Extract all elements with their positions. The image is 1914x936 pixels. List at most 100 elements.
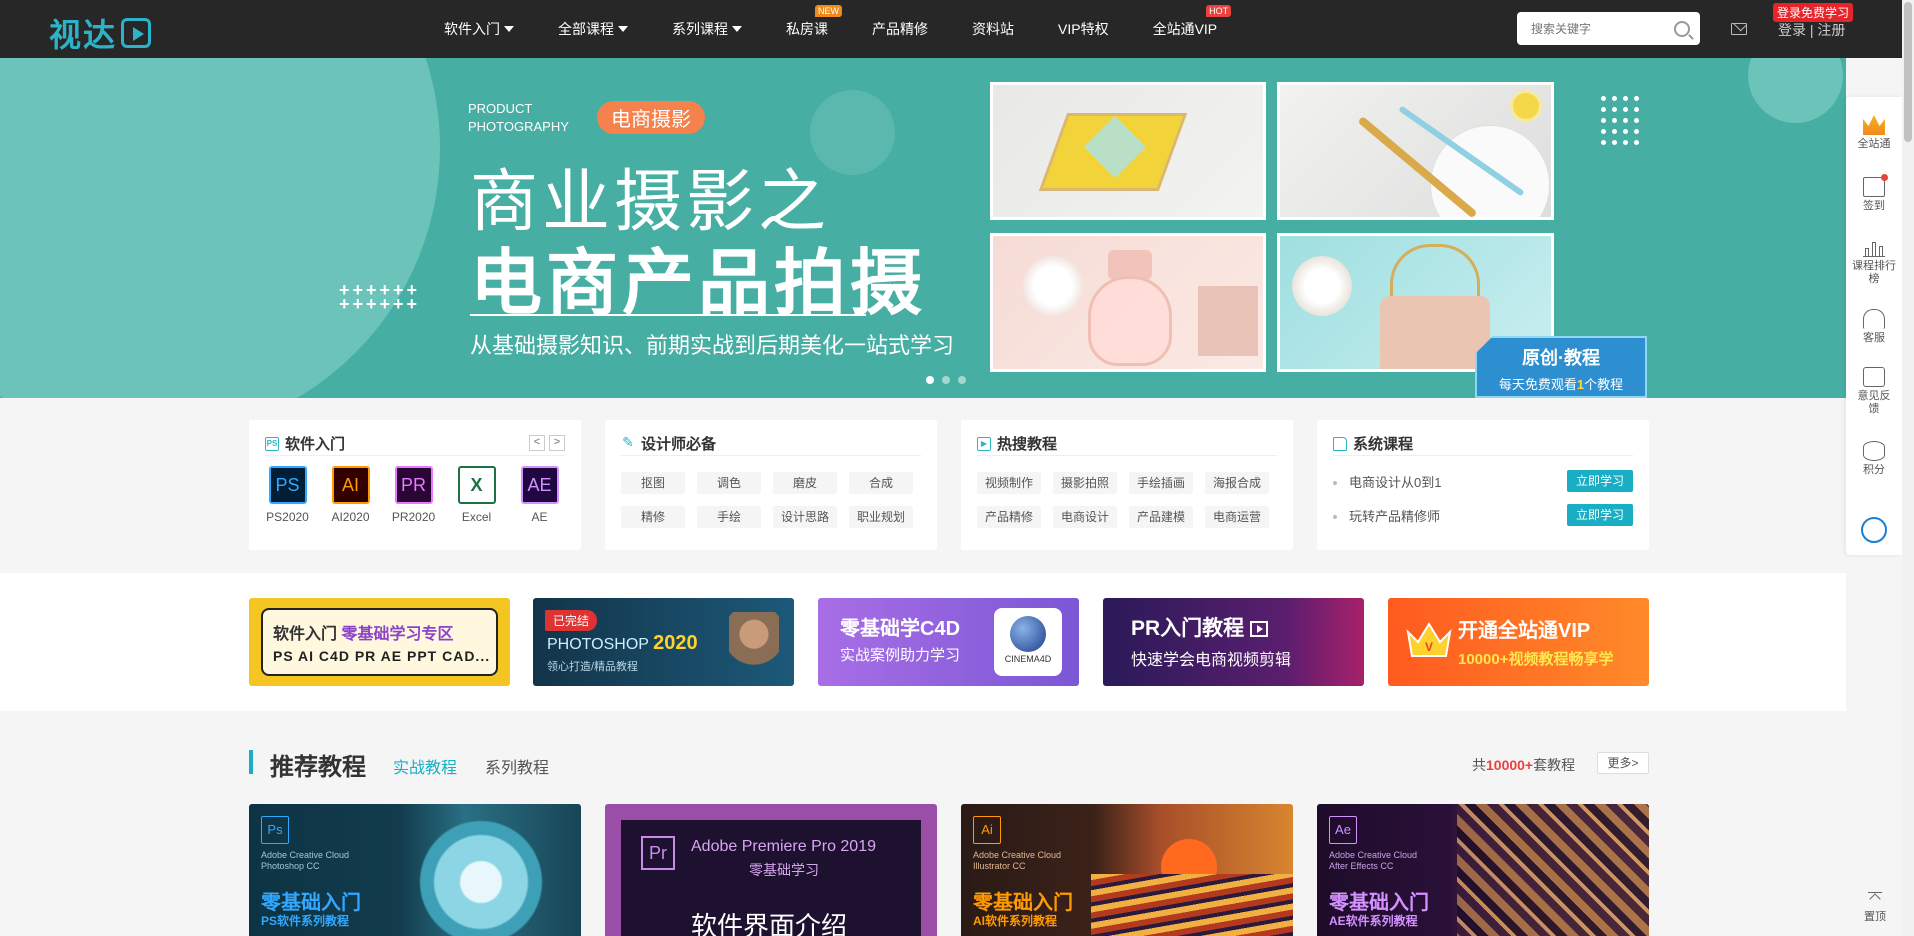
promo-text: 软件入门	[273, 626, 338, 643]
banner-promo-badge[interactable]: 原创·教程 每天免费观看1个教程	[1475, 336, 1647, 398]
register-link[interactable]: 注册	[1817, 22, 1845, 38]
chevron-down-icon	[618, 26, 628, 32]
hot-badge: HOT	[1206, 5, 1232, 17]
tag-link[interactable]: 设计思路	[773, 506, 837, 528]
tab-practical[interactable]: 实战教程	[393, 754, 457, 778]
card-title: 热搜教程	[997, 436, 1058, 453]
promo-pr-intro[interactable]: PR入门教程 快速学会电商视频剪辑	[1103, 598, 1364, 686]
tag-link[interactable]: 合成	[849, 472, 913, 494]
system-course-label[interactable]: 电商设计从0到1	[1333, 472, 1441, 491]
promo-full-vip[interactable]: V 开通全站通VIP 10000+视频教程畅享学	[1388, 598, 1649, 686]
nav-product-retouch[interactable]: 产品精修	[872, 19, 928, 39]
nav-label: 全站通VIP	[1152, 21, 1218, 37]
tab-series[interactable]: 系列教程	[485, 754, 549, 778]
tag-link[interactable]: 电商运营	[1205, 506, 1269, 528]
search-icon[interactable]	[1674, 20, 1690, 37]
tag-link[interactable]: 职业规划	[849, 506, 913, 528]
more-button[interactable]: 更多>	[1597, 752, 1649, 774]
software-ps[interactable]: PS PS2020	[265, 466, 310, 524]
arrow-up-icon	[1868, 892, 1882, 906]
sidebar-app-logo[interactable]	[1846, 517, 1902, 543]
carousel-dot[interactable]	[926, 376, 934, 384]
scrollbar-thumb[interactable]	[1904, 2, 1912, 142]
nav-private-class[interactable]: 私房课 NEW	[786, 5, 842, 39]
software-excel[interactable]: X Excel	[454, 466, 499, 524]
promo-image	[729, 612, 779, 686]
site-logo[interactable]: 视达	[49, 10, 152, 56]
course-subtitle: 零基础学习	[749, 862, 819, 878]
nav-series-courses[interactable]: 系列课程	[672, 19, 742, 39]
tag-link[interactable]: 调色	[697, 472, 761, 494]
decor-circle	[0, 58, 440, 398]
tag-link[interactable]: 海报合成	[1205, 472, 1269, 494]
card-title: 设计师必备	[641, 436, 717, 453]
course-card-ai[interactable]: Ai Adobe Creative Cloud Illustrator CC 零基…	[961, 804, 1293, 936]
promo-text: PS AI C4D PR AE PPT CAD...	[273, 648, 491, 664]
tag-link[interactable]: 磨皮	[773, 472, 837, 494]
tag-link[interactable]: 摄影拍照	[1053, 472, 1117, 494]
banner-en-line: PHOTOGRAPHY	[468, 119, 569, 134]
promo-title: 开通全站通VIP	[1458, 620, 1591, 642]
software-label: PR2020	[391, 510, 436, 524]
promo-text: 零基础学习专区	[341, 626, 454, 643]
card-title: 系统课程	[1353, 436, 1414, 453]
course-card-ae[interactable]: Ae Adobe Creative Cloud After Effects CC …	[1317, 804, 1649, 936]
nav-vip-privileges[interactable]: VIP特权	[1058, 19, 1109, 39]
tag-link[interactable]: 产品建模	[1129, 506, 1193, 528]
tag-link[interactable]: 抠图	[621, 472, 685, 494]
tag-link[interactable]: 手绘	[697, 506, 761, 528]
nav-all-courses[interactable]: 全部课程	[558, 19, 628, 39]
banner-english-title: PRODUCT PHOTOGRAPHY	[468, 100, 569, 136]
hot-tutorials-card: ▶ 热搜教程 视频制作 摄影拍照 手绘插画 海报合成 产品精修 电商设计 产品建…	[961, 420, 1293, 550]
promo-software-zone[interactable]: 软件入门 零基础学习专区 PS AI C4D PR AE PPT CAD...	[249, 598, 510, 686]
search-input[interactable]	[1531, 21, 1674, 36]
mail-icon[interactable]	[1731, 23, 1747, 35]
section-title: 推荐教程	[270, 754, 366, 781]
course-app-name: Adobe Premiere Pro 2019	[691, 838, 876, 855]
promo-title: 零基础学C4D	[840, 618, 961, 640]
sidebar-label: 课程排行榜	[1852, 260, 1896, 285]
login-link[interactable]: 登录	[1778, 22, 1806, 38]
next-arrow-icon[interactable]: >	[549, 435, 565, 451]
tag-link[interactable]: 手绘插画	[1129, 472, 1193, 494]
nav-resources[interactable]: 资料站	[972, 19, 1014, 39]
learn-now-button[interactable]: 立即学习	[1567, 470, 1633, 492]
course-subtitle: AI软件系列教程	[973, 914, 1058, 928]
prev-arrow-icon[interactable]: <	[529, 435, 545, 451]
nav-software-intro[interactable]: 软件入门	[444, 19, 514, 39]
illustrator-icon: Ai	[973, 816, 1001, 844]
course-card-ps[interactable]: Ps Adobe Creative Cloud Photoshop CC 零基础入…	[249, 804, 581, 936]
tag-link[interactable]: 产品精修	[977, 506, 1041, 528]
carousel-dot[interactable]	[942, 376, 950, 384]
card-header: ✎ 设计师必备	[621, 432, 921, 456]
banner-tag: 电商摄影	[597, 101, 705, 134]
tag-link[interactable]: 视频制作	[977, 472, 1041, 494]
nav-full-site-vip[interactable]: 全站通VIP HOT	[1152, 5, 1232, 39]
sidebar-item-feedback[interactable]: 意见反馈	[1846, 367, 1902, 416]
tag-link[interactable]: 精修	[621, 506, 685, 528]
tag-link[interactable]: 电商设计	[1053, 506, 1117, 528]
course-card-pr[interactable]: Pr Adobe Premiere Pro 2019 零基础学习 软件界面介绍	[605, 804, 937, 936]
search-box	[1517, 12, 1700, 45]
sidebar-item-checkin[interactable]: 签到	[1846, 174, 1902, 213]
learn-now-button[interactable]: 立即学习	[1567, 504, 1633, 526]
after-effects-icon: AE	[520, 466, 559, 504]
software-pr[interactable]: PR PR2020	[391, 466, 436, 524]
software-ae[interactable]: AE AE	[517, 466, 562, 524]
main-nav: 软件入门 全部课程 系列课程 私房课 NEW 产品精修 资料站 VIP特权 全站…	[444, 0, 1261, 58]
software-ai[interactable]: AI AI2020	[328, 466, 373, 524]
system-course-label[interactable]: 玩转产品精修师	[1333, 506, 1440, 525]
page-scrollbar[interactable]	[1902, 0, 1914, 936]
top-nav-bar: 视达 软件入门 全部课程 系列课程 私房课 NEW 产品精修 资料站 VIP特权	[0, 0, 1914, 58]
promo-photoshop-2020[interactable]: 已完结 PHOTOSHOP 2020 领心打造/精品教程	[533, 598, 794, 686]
sidebar-item-points[interactable]: 积分	[1846, 441, 1902, 477]
carousel-dot[interactable]	[958, 376, 966, 384]
hero-banner[interactable]: ++++++ ++++++ PRODUCT PHOTOGRAPHY 电商摄影 商…	[0, 58, 1846, 398]
sidebar-item-vip[interactable]: 全站通	[1846, 115, 1902, 151]
sidebar-item-service[interactable]: 客服	[1846, 309, 1902, 345]
promo-c4d[interactable]: 零基础学C4D 实战案例助力学习 CINEMA4D	[818, 598, 1079, 686]
sidebar-item-ranking[interactable]: 课程排行榜	[1846, 237, 1902, 286]
section-accent-bar	[249, 750, 253, 774]
back-to-top-button[interactable]: 置顶	[1862, 892, 1888, 924]
new-badge: NEW	[815, 5, 842, 17]
